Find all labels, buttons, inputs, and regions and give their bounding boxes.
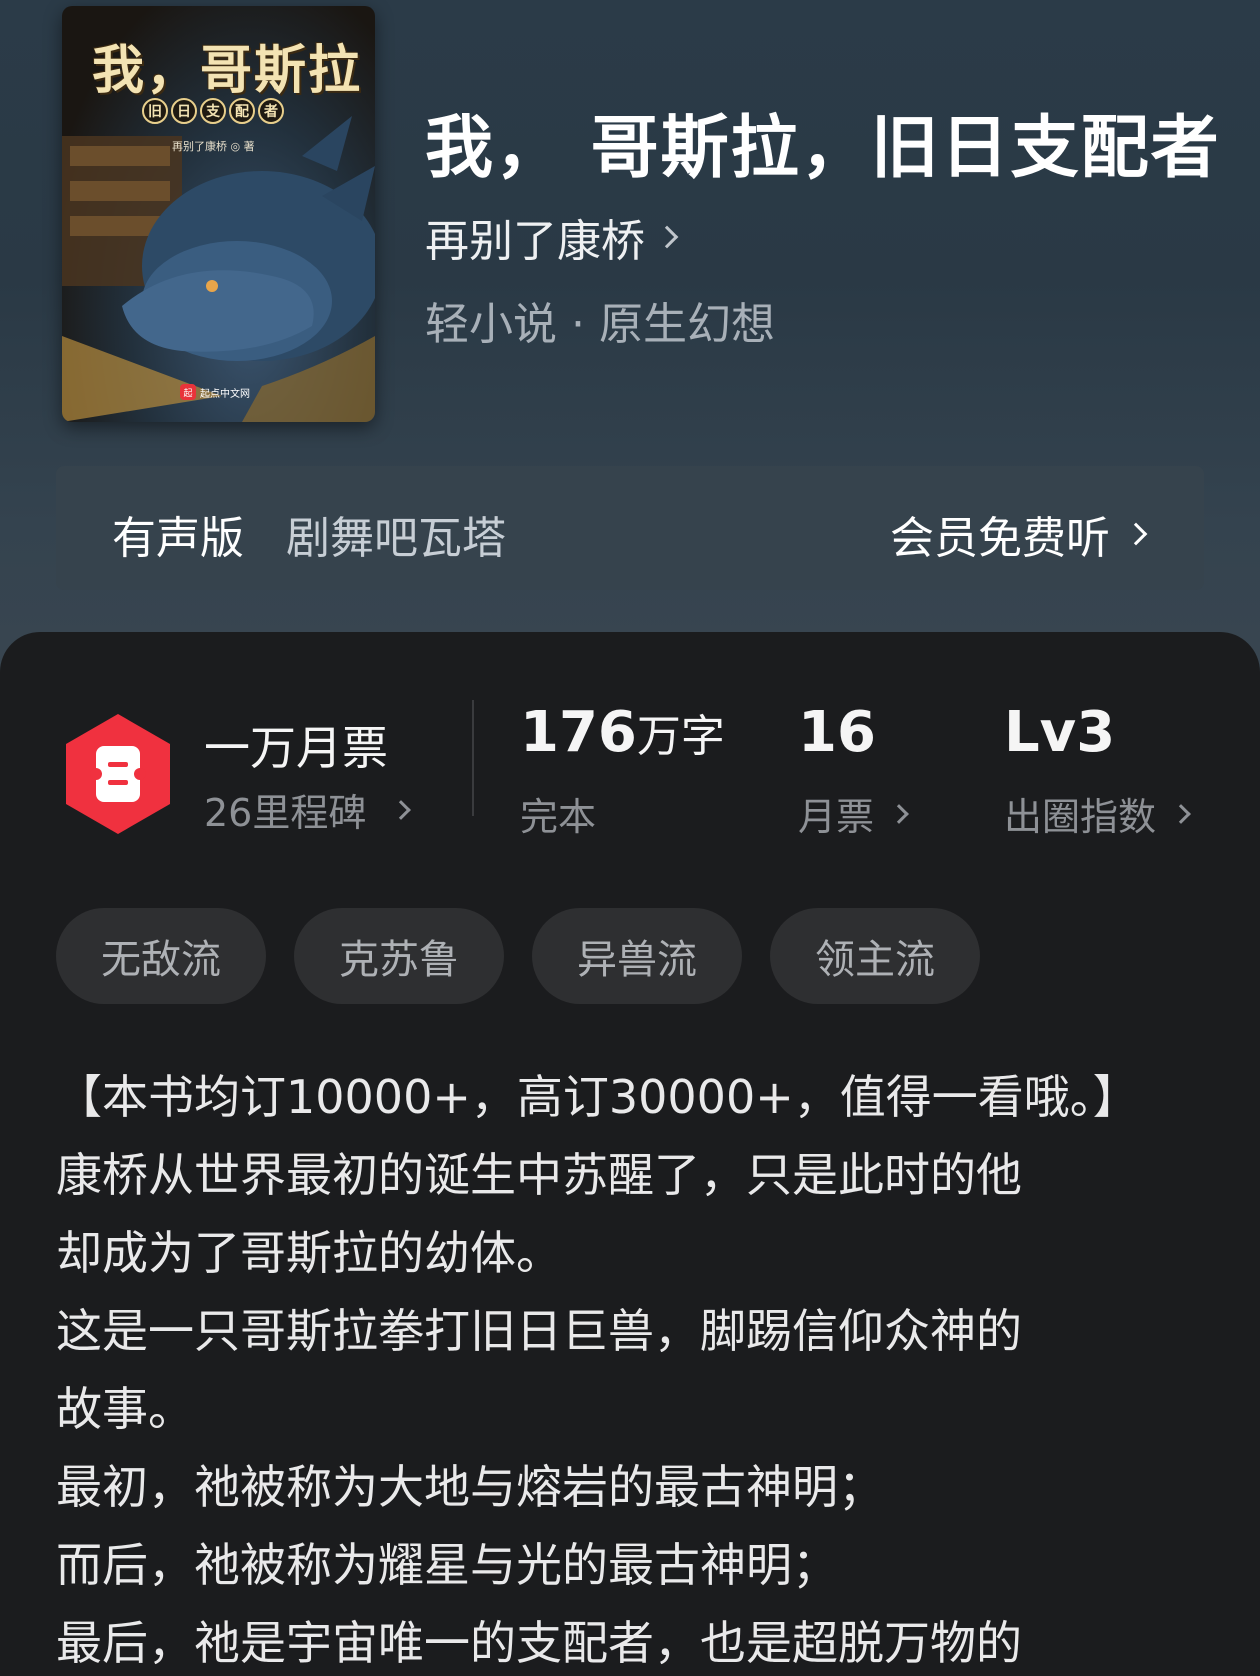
monthly-ticket-link[interactable]: 月票	[798, 786, 909, 841]
author-link[interactable]: 再别了康桥	[425, 205, 679, 269]
tag-chip[interactable]: 领主流	[770, 908, 980, 1004]
audio-edition-bar[interactable]: 有声版 剧舞吧瓦塔 会员免费听	[56, 466, 1204, 590]
cover-publisher: 起 起点中文网	[180, 384, 250, 400]
influence-link[interactable]: 出圈指数	[1004, 786, 1191, 841]
publisher-name: 起点中文网	[200, 388, 250, 400]
milestone-label: 26里程碑	[204, 791, 367, 835]
audio-narrator: 剧舞吧瓦塔	[286, 513, 506, 564]
synopsis-line: 故事。	[56, 1382, 194, 1436]
tag-list: 无敌流 克苏鲁 异兽流 领主流	[56, 908, 980, 1004]
synopsis-line: 康桥从世界最初的诞生中苏醒了，只是此时的他	[56, 1148, 1022, 1202]
influence-label: 出圈指数	[1004, 795, 1157, 839]
cover-subtitle-char: 支	[200, 98, 226, 124]
synopsis-line: 最后，祂是宇宙唯一的支配者，也是超脱万物的	[56, 1616, 1022, 1670]
tag-chip[interactable]: 克苏鲁	[294, 908, 504, 1004]
cover-subtitle-char: 日	[171, 98, 197, 124]
stats-divider	[472, 700, 474, 816]
milestone-link[interactable]: 26里程碑	[204, 782, 412, 837]
synopsis[interactable]: 【本书均订10000+，高订30000+，值得一看哦。】 康桥从世界最初的诞生中…	[56, 1058, 1216, 1676]
cover-subtitle-char: 配	[229, 98, 255, 124]
word-count-value: 176	[520, 700, 637, 765]
tag-chip[interactable]: 无敌流	[56, 908, 266, 1004]
chevron-right-icon	[655, 225, 679, 249]
book-title: 我， 哥斯拉，旧日支配者	[425, 109, 1221, 188]
synopsis-line: 最初，祂被称为大地与熔岩的最古神明；	[56, 1460, 884, 1514]
chevron-right-icon	[889, 803, 909, 824]
ticket-icon[interactable]	[62, 712, 174, 836]
book-header: 我，哥斯拉 旧 日 支 配 者 再别了康桥 ◎ 著 起 起点中文网 我， 哥斯拉…	[0, 0, 1260, 700]
cover-subtitle: 旧 日 支 配 者	[142, 98, 284, 124]
listen-free-button[interactable]: 会员免费听	[890, 502, 1148, 566]
publisher-logo-icon: 起	[180, 384, 196, 400]
word-count: 176万字	[520, 700, 725, 765]
author-name: 再别了康桥	[425, 216, 645, 267]
cover-title: 我，哥斯拉	[92, 40, 363, 101]
completion-label: 完本	[520, 795, 597, 839]
chevron-right-icon	[1124, 522, 1148, 546]
word-count-unit: 万字	[636, 711, 725, 762]
cover-subtitle-char: 者	[258, 98, 284, 124]
completion-status: 完本	[520, 786, 596, 841]
chevron-right-icon	[391, 799, 412, 820]
synopsis-line: 这是一只哥斯拉拳打旧日巨兽，脚踢信仰众神的	[56, 1304, 1022, 1358]
tag-chip[interactable]: 异兽流	[532, 908, 742, 1004]
cover-author: 再别了康桥 ◎ 著	[172, 140, 255, 153]
synopsis-line: 【本书均订10000+，高订30000+，值得一看哦。】	[56, 1070, 1139, 1124]
synopsis-line: 而后，祂被称为耀星与光的最古神明；	[56, 1538, 838, 1592]
synopsis-line: 却成为了哥斯拉的幼体。	[56, 1226, 562, 1280]
ticket-title: 一万月票	[204, 721, 388, 775]
monthly-ticket-count: 16	[798, 700, 876, 765]
monthly-ticket-label: 月票	[798, 795, 875, 839]
cover-subtitle-char: 旧	[142, 98, 168, 124]
chevron-right-icon	[1171, 803, 1191, 824]
book-cover[interactable]: 我，哥斯拉 旧 日 支 配 者 再别了康桥 ◎ 著 起 起点中文网	[62, 6, 375, 422]
audio-label: 有声版	[112, 513, 244, 564]
genre-label: 轻小说 · 原生幻想	[425, 299, 775, 350]
listen-free-label: 会员免费听	[890, 513, 1110, 564]
influence-level: Lv3	[1004, 700, 1116, 765]
